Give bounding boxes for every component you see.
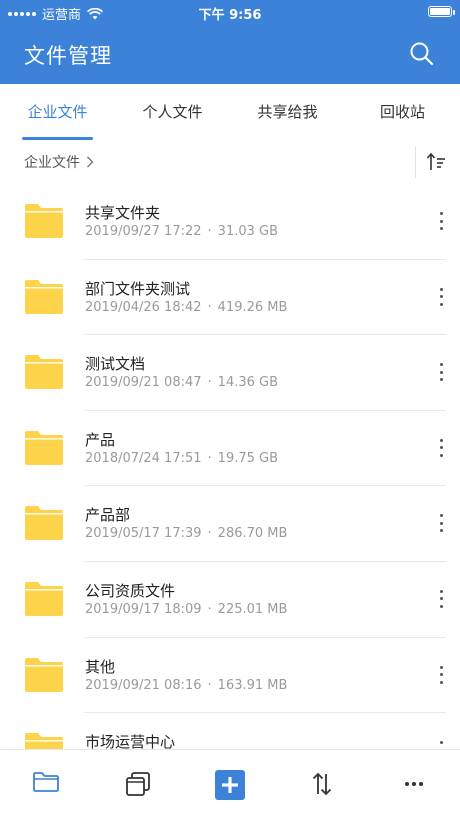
file-date: 2019/09/27 17:22 (85, 224, 202, 239)
battery-fill (430, 8, 450, 15)
more-options-icon[interactable] (438, 665, 444, 684)
tab-bar: 企业文件 个人文件 共享给我 回收站 (0, 84, 460, 141)
file-name: 产品部 (85, 506, 131, 525)
tab-enterprise-files[interactable]: 企业文件 (0, 84, 115, 140)
transfer-icon (312, 772, 332, 796)
file-date: 2019/05/17 17:39 (85, 526, 202, 542)
meta-separator: · (207, 224, 212, 239)
status-time: 下午 9:56 (198, 8, 262, 23)
list-item[interactable]: 共享文件夹 2019/09/27 17:22 · 31.03 GB (0, 184, 460, 260)
add-icon (215, 770, 245, 800)
tab-shared-with-me[interactable]: 共享给我 (230, 84, 345, 140)
file-size: 14.36 GB (217, 375, 279, 391)
folder-icon (25, 657, 63, 692)
battery-icon (428, 6, 455, 17)
file-date: 2019/09/21 08:16 (85, 677, 202, 693)
list-item[interactable]: 产品部 2019/05/17 17:39 · 286.70 MB (0, 486, 460, 562)
more-options-icon[interactable] (438, 212, 444, 230)
breadcrumb[interactable]: 企业文件 (24, 152, 94, 172)
file-list: 共享文件夹 2019/09/27 17:22 · 31.03 GB 部门文件夹测试 201… (0, 184, 460, 749)
more-options-icon[interactable] (438, 438, 444, 457)
file-date: 2018/07/24 17:51 (85, 450, 202, 466)
more-options-icon[interactable] (438, 741, 444, 749)
file-name: 部门文件夹测试 (85, 279, 191, 298)
meta-separator: · (207, 450, 212, 466)
sort-divider (415, 146, 416, 178)
folder-icon (25, 355, 63, 390)
folder-icon (25, 430, 63, 465)
file-name: 市场运营中心 (85, 733, 176, 749)
toolbar-more[interactable] (368, 750, 460, 818)
file-size: 286.70 MB (217, 526, 288, 542)
file-size: 419.26 MB (217, 299, 288, 315)
file-meta: 2019/09/21 08:47 · 14.36 GB (85, 375, 278, 390)
file-name: 产品 (85, 430, 116, 449)
folder-icon (25, 204, 63, 238)
file-name: 共享文件夹 (85, 204, 161, 222)
list-item[interactable]: 测试文档 2019/09/21 08:47 · 14.36 GB (0, 335, 460, 411)
file-meta: 2019/09/17 18:09 · 225.01 MB (85, 602, 287, 617)
meta-separator: · (207, 375, 212, 391)
list-item[interactable]: 部门文件夹测试 2019/04/26 18:42 · 419.26 MB (0, 260, 460, 336)
file-name: 测试文档 (85, 355, 146, 374)
toolbar-files[interactable] (0, 750, 92, 818)
file-size: 163.91 MB (217, 677, 288, 693)
toolbar-recent[interactable] (92, 750, 184, 818)
file-name: 其他 (85, 657, 116, 676)
app-header: 运营商 下午 9:56 文件管理 (0, 0, 460, 84)
folder-icon (25, 733, 63, 749)
chevron-right-icon (87, 156, 94, 168)
file-meta: 2019/04/26 18:42 · 419.26 MB (85, 300, 287, 315)
more-options-icon[interactable] (438, 589, 444, 608)
file-meta: 2018/07/24 17:51 · 19.75 GB (85, 451, 278, 466)
folder-icon (25, 506, 63, 541)
meta-separator: · (207, 299, 212, 315)
recent-files-icon (126, 772, 150, 796)
folder-icon (25, 279, 63, 314)
status-bar: 运营商 下午 9:56 (0, 0, 460, 24)
file-size: 19.75 GB (217, 450, 279, 466)
file-meta: 2019/09/21 08:16 · 163.91 MB (85, 678, 287, 693)
file-date: 2019/04/26 18:42 (85, 299, 202, 315)
list-item[interactable]: 产品 2018/07/24 17:51 · 19.75 GB (0, 411, 460, 487)
tab-personal-files[interactable]: 个人文件 (115, 84, 230, 140)
file-date: 2019/09/17 18:09 (85, 601, 202, 617)
meta-separator: · (207, 526, 212, 542)
file-date: 2019/09/21 08:47 (85, 375, 202, 391)
file-manager-screen: 运营商 下午 9:56 文件管理 企业文件 个人文件 共享给我 回收站 企业文件… (0, 0, 460, 818)
more-options-icon[interactable] (438, 363, 444, 382)
page-title: 文件管理 (24, 44, 112, 68)
file-meta: 2019/05/17 17:39 · 286.70 MB (85, 526, 287, 541)
more-options-icon[interactable] (438, 514, 444, 533)
more-options-icon[interactable] (438, 287, 444, 306)
more-horizontal-icon (405, 782, 423, 786)
sort-icon[interactable] (424, 150, 448, 174)
breadcrumb-bar: 企业文件 (0, 140, 460, 185)
file-size: 225.01 MB (217, 601, 288, 617)
bottom-toolbar (0, 749, 460, 818)
list-item[interactable]: 市场运营中心 (0, 713, 460, 749)
meta-separator: · (207, 677, 212, 693)
file-meta: 2019/09/27 17:22 · 31.03 GB (85, 224, 278, 239)
toolbar-transfer[interactable] (276, 750, 368, 818)
file-name: 公司资质文件 (85, 581, 176, 600)
breadcrumb-label: 企业文件 (24, 155, 80, 171)
meta-separator: · (207, 601, 212, 617)
folder-icon (25, 581, 63, 616)
tab-recycle-bin[interactable]: 回收站 (345, 84, 460, 140)
list-item[interactable]: 其他 2019/09/21 08:16 · 163.91 MB (0, 638, 460, 714)
list-item[interactable]: 公司资质文件 2019/09/17 18:09 · 225.01 MB (0, 562, 460, 638)
toolbar-add[interactable] (184, 750, 276, 818)
folder-icon (33, 772, 59, 792)
file-size: 31.03 GB (217, 224, 279, 239)
search-icon[interactable] (408, 40, 436, 68)
